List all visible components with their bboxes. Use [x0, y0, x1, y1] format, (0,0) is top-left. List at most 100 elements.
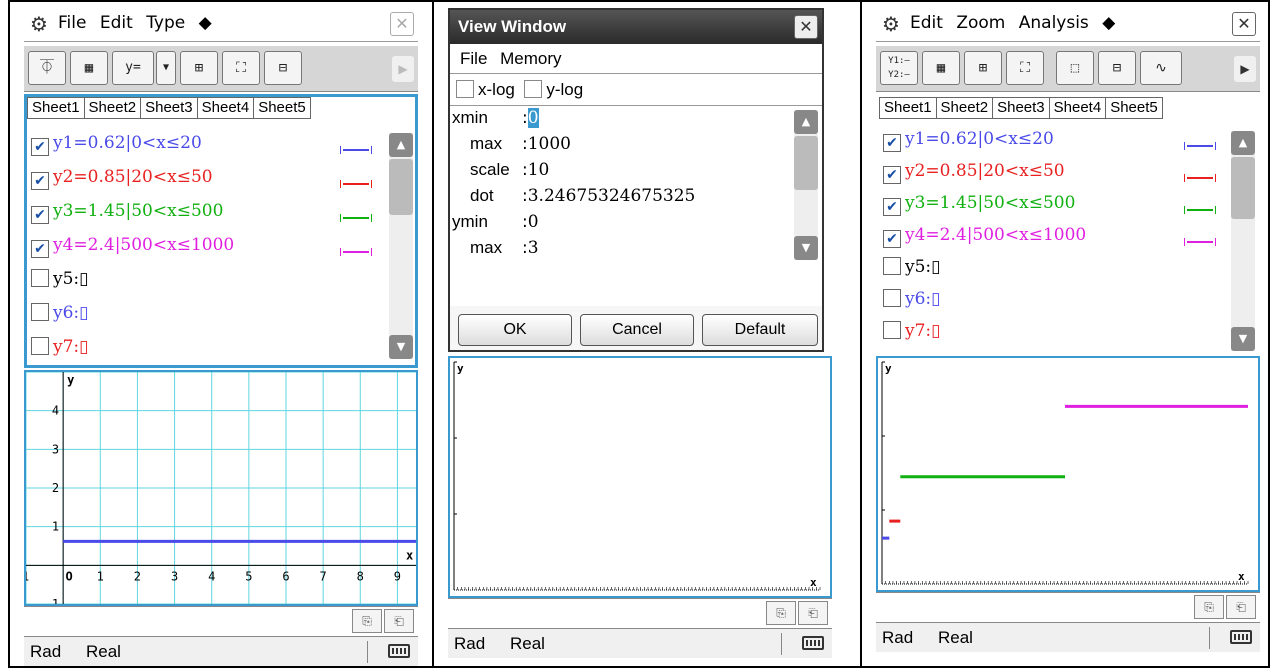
table-icon[interactable]: ▦ [70, 51, 108, 85]
function-row[interactable]: y2=0.85|20<x≤50 [31, 167, 213, 197]
function-checkbox[interactable] [883, 134, 901, 152]
entry-line[interactable]: ⎘ ⎗ [24, 606, 418, 634]
function-expression[interactable]: y6:▯ [905, 289, 941, 309]
line-style-icon[interactable] [1184, 206, 1216, 214]
function-row[interactable]: y4=2.4|500<x≤1000 [31, 235, 234, 265]
function-checkbox[interactable] [31, 240, 49, 258]
function-checkbox[interactable] [883, 257, 901, 275]
zoom-fit-icon[interactable]: ⛶ [222, 51, 260, 85]
function-checkbox[interactable] [31, 172, 49, 190]
function-row[interactable]: y7:▯ [31, 337, 89, 367]
menu-edit[interactable]: Edit [100, 13, 133, 33]
xdot-input[interactable]: 3.24675324675325 [528, 186, 696, 206]
function-expression[interactable]: y6:▯ [53, 303, 89, 323]
scroll-up-icon[interactable]: ▲ [1231, 131, 1255, 155]
scrollbar[interactable]: ▲ ▼ [794, 110, 818, 260]
function-expression[interactable]: y4=2.4|500<x≤1000 [905, 225, 1086, 245]
menu-analysis[interactable]: Analysis [1019, 13, 1089, 33]
function-row[interactable]: y5:▯ [883, 257, 941, 287]
paste-icon[interactable]: ⎗ [384, 609, 414, 633]
tab-sheet5[interactable]: Sheet5 [253, 97, 311, 119]
function-row[interactable]: y4=2.4|500<x≤1000 [883, 225, 1086, 255]
function-checkbox[interactable] [31, 206, 49, 224]
graph-window[interactable]: yx [876, 356, 1260, 592]
function-expression[interactable]: y1=0.62|0<x≤20 [53, 133, 202, 153]
line-style-icon[interactable] [340, 214, 372, 222]
toolbar-next-icon[interactable]: ▶ [1234, 56, 1256, 82]
function-expression[interactable]: y3=1.45|50<x≤500 [53, 201, 223, 221]
table-icon[interactable]: ▦ [922, 51, 960, 85]
ok-button[interactable]: OK [458, 314, 572, 346]
tab-sheet2[interactable]: Sheet2 [83, 97, 142, 119]
tab-sheet5[interactable]: Sheet5 [1105, 97, 1163, 119]
close-icon[interactable]: ✕ [1232, 12, 1256, 36]
function-row[interactable]: y6:▯ [883, 289, 941, 319]
view-window-icon[interactable]: ⊞ [180, 51, 218, 85]
function-expression[interactable]: y7:▯ [905, 321, 941, 341]
function-row[interactable]: y5:▯ [31, 269, 89, 299]
close-icon[interactable]: ✕ [794, 15, 818, 39]
scroll-down-icon[interactable]: ▼ [794, 236, 818, 260]
xmax-input[interactable]: 1000 [528, 134, 571, 154]
tab-sheet3[interactable]: Sheet3 [992, 97, 1050, 119]
graph-plot[interactable]: yx [878, 358, 1252, 590]
gear-icon[interactable]: ⚙ [882, 12, 900, 36]
function-expression[interactable]: y2=0.85|20<x≤50 [905, 161, 1065, 181]
menu-type[interactable]: Type [146, 13, 185, 33]
line-style-icon[interactable] [340, 248, 372, 256]
scroll-up-icon[interactable]: ▲ [794, 110, 818, 134]
function-checkbox[interactable] [31, 269, 49, 287]
scroll-down-icon[interactable]: ▼ [1231, 327, 1255, 351]
scrollbar[interactable]: ▲ ▼ [389, 133, 413, 359]
zoom-fit-icon[interactable]: ⛶ [1006, 51, 1044, 85]
menu-memory[interactable]: Memory [500, 49, 561, 68]
cancel-button[interactable]: Cancel [580, 314, 694, 346]
function-expression[interactable]: y4=2.4|500<x≤1000 [53, 235, 234, 255]
xmin-input[interactable]: 0 [527, 108, 539, 128]
zoom-auto-icon[interactable]: ⊟ [1098, 51, 1136, 85]
xscale-input[interactable]: 10 [528, 160, 550, 180]
menu-more[interactable]: ◆ [1102, 13, 1115, 33]
menu-file[interactable]: File [460, 49, 487, 68]
ymax-input[interactable]: 3 [528, 238, 539, 258]
tab-sheet4[interactable]: Sheet4 [1048, 97, 1107, 119]
menu-file[interactable]: File [58, 13, 86, 33]
scrollbar[interactable]: ▲ ▼ [1231, 131, 1255, 351]
function-editor-icon[interactable]: Y1:– Y2:– [880, 51, 918, 85]
tab-sheet1[interactable]: Sheet1 [879, 97, 937, 119]
entry-line[interactable]: ⎘ ⎗ [876, 592, 1260, 620]
function-expression[interactable]: y7:▯ [53, 337, 89, 357]
graph-plot[interactable]: 4 3 2 1 -1 -1 O 1 2 3 4 5 6 7 8 9 y x [24, 371, 416, 611]
line-style-icon[interactable] [1184, 142, 1216, 150]
graph-plot[interactable]: yx [450, 358, 824, 596]
tab-sheet3[interactable]: Sheet3 [140, 97, 198, 119]
line-style-icon[interactable] [340, 180, 372, 188]
function-checkbox[interactable] [883, 198, 901, 216]
scroll-thumb[interactable] [1231, 157, 1255, 219]
function-row[interactable]: y6:▯ [31, 303, 89, 333]
function-checkbox[interactable] [31, 303, 49, 321]
x-log-label[interactable]: x-log [478, 80, 515, 99]
menu-edit[interactable]: Edit [910, 13, 943, 33]
function-row[interactable]: y7:▯ [883, 321, 941, 351]
graph-window[interactable]: yx [448, 356, 832, 598]
function-row[interactable]: y3=1.45|50<x≤500 [883, 193, 1075, 223]
tab-sheet2[interactable]: Sheet2 [935, 97, 994, 119]
graph-toggle-icon[interactable]: ⏁ [28, 51, 66, 85]
copy-icon[interactable]: ⎘ [766, 601, 796, 625]
paste-icon[interactable]: ⎗ [798, 601, 828, 625]
function-expression[interactable]: y5:▯ [905, 257, 941, 277]
line-style-icon[interactable] [1184, 238, 1216, 246]
function-checkbox[interactable] [31, 138, 49, 156]
y-log-label[interactable]: y-log [546, 80, 583, 99]
x-log-checkbox[interactable] [456, 80, 474, 98]
type-dropdown[interactable]: ▼ [156, 51, 176, 85]
function-expression[interactable]: y5:▯ [53, 269, 89, 289]
paste-icon[interactable]: ⎗ [1226, 595, 1256, 619]
function-row[interactable]: y1=0.62|0<x≤20 [31, 133, 202, 163]
function-row[interactable]: y3=1.45|50<x≤500 [31, 201, 223, 231]
zoom-auto-icon[interactable]: ⊟ [264, 51, 302, 85]
entry-line[interactable]: ⎘ ⎗ [448, 598, 832, 626]
view-window-icon[interactable]: ⊞ [964, 51, 1002, 85]
function-expression[interactable]: y1=0.62|0<x≤20 [905, 129, 1054, 149]
